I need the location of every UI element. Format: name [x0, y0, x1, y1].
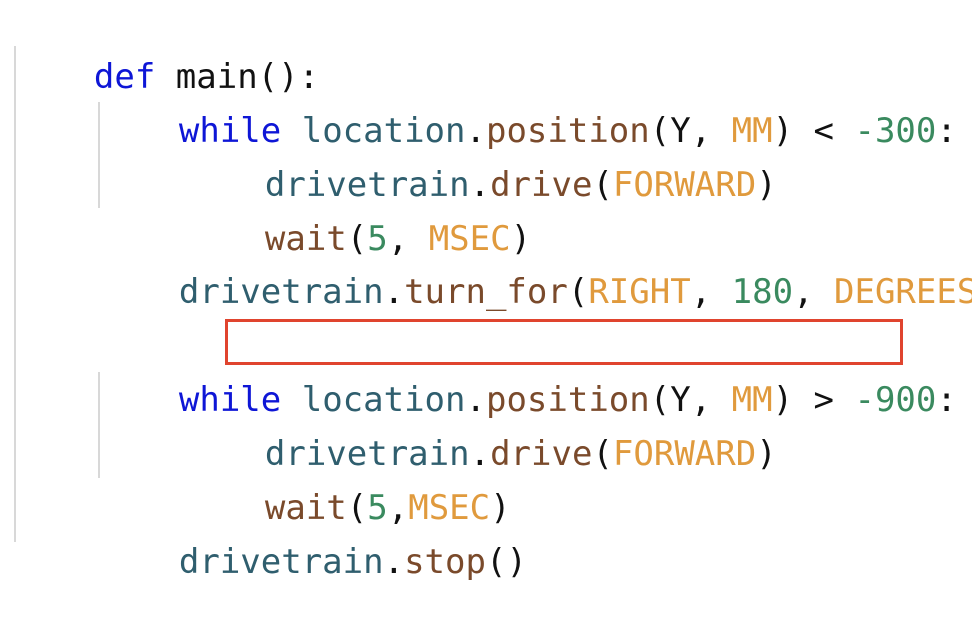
parens: ()	[485, 542, 527, 582]
dot: .	[383, 272, 405, 312]
number-value: -900	[854, 380, 937, 420]
object-drivetrain: drivetrain	[178, 272, 384, 312]
code-line-3: drivetrain.drive(FORWARD)	[183, 104, 777, 205]
method-stop: stop	[404, 542, 486, 582]
constant-forward: FORWARD	[612, 165, 757, 205]
constant-degrees: DEGREES	[834, 272, 972, 312]
operator-greater-than: ) >	[772, 380, 855, 420]
paren-close: )	[756, 165, 777, 205]
constant-forward: FORWARD	[612, 434, 757, 474]
constant-right: RIGHT	[588, 272, 691, 312]
paren-open: (	[592, 434, 613, 474]
paren-open: (	[567, 272, 589, 312]
code-line-5: drivetrain.turn_for(RIGHT, 180, DEGREES)	[97, 211, 972, 312]
method-turn-for: turn_for	[404, 272, 568, 312]
paren-open: (	[592, 165, 613, 205]
paren-close: )	[756, 434, 777, 474]
code-line-8: wait(5,MSEC)	[183, 427, 511, 528]
number-value: -300	[854, 111, 937, 151]
object-drivetrain: drivetrain	[178, 542, 384, 582]
code-line-4: wait(5, MSEC)	[183, 158, 531, 259]
colon: :	[936, 111, 957, 151]
dot: .	[383, 542, 405, 582]
colon: :	[936, 380, 957, 420]
comma: ,	[690, 272, 732, 312]
code-line-1: def main():	[12, 0, 319, 97]
operator-less-than: ) <	[772, 111, 855, 151]
highlight-box	[225, 319, 903, 365]
comma: ,	[793, 272, 835, 312]
code-editor[interactable]: def main(): while location.position(Y, M…	[0, 0, 972, 582]
code-line-9: drivetrain.stop()	[97, 481, 527, 582]
code-line-2: while location.position(Y, MM) < -300:	[97, 50, 957, 151]
code-line-7: drivetrain.drive(FORWARD)	[183, 373, 777, 474]
number-value: 180	[731, 272, 794, 312]
